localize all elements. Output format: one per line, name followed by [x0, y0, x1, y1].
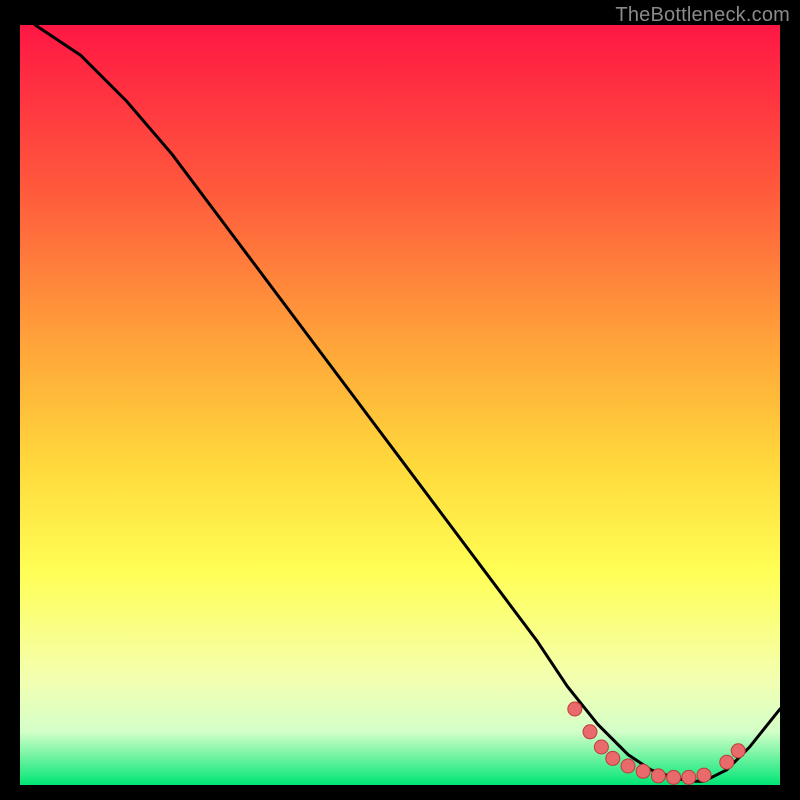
- data-marker: [568, 702, 582, 716]
- data-marker: [651, 769, 665, 783]
- data-marker: [621, 759, 635, 773]
- data-marker: [636, 764, 650, 778]
- data-marker: [731, 744, 745, 758]
- data-marker: [606, 751, 620, 765]
- data-marker: [697, 768, 711, 782]
- chart-svg: [20, 25, 780, 785]
- plot-area: [20, 25, 780, 785]
- data-marker: [720, 755, 734, 769]
- data-marker: [667, 770, 681, 784]
- data-marker: [594, 740, 608, 754]
- gradient-background: [20, 25, 780, 785]
- data-marker: [682, 770, 696, 784]
- data-marker: [583, 725, 597, 739]
- attribution-text: TheBottleneck.com: [615, 4, 790, 27]
- chart-frame: TheBottleneck.com: [0, 0, 800, 800]
